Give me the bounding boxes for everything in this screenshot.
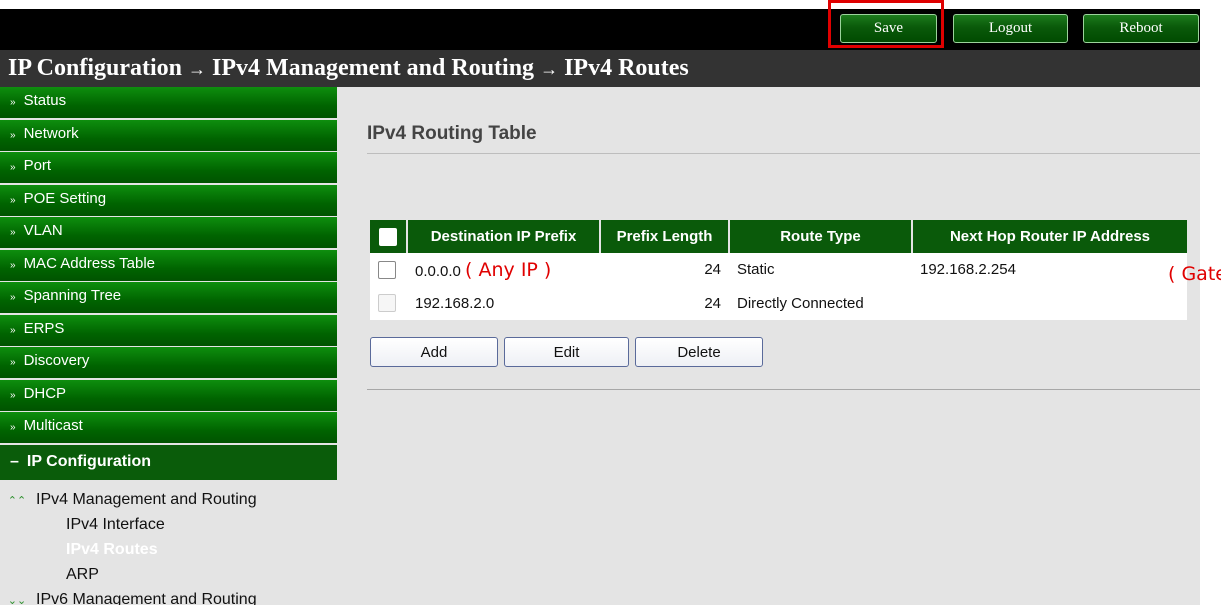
- prefix-length-cell: 24: [600, 286, 729, 320]
- sidebar-item-label: Discovery: [23, 352, 90, 369]
- dest-cell: 0.0.0.0 ( Any IP ): [407, 253, 600, 286]
- sidebar-item-status[interactable]: » Status: [0, 87, 337, 118]
- route-type-cell: Directly Connected: [729, 286, 912, 320]
- sidebar-item-label: VLAN: [23, 222, 63, 239]
- sidebar-item-multicast[interactable]: » Multicast: [0, 412, 337, 443]
- table-row[interactable]: 192.168.2.0 24 Directly Connected: [370, 286, 1187, 320]
- double-chevron-down-icon: »: [10, 259, 16, 271]
- sidebar-item-label: ERPS: [23, 319, 65, 337]
- sidebar-item-port[interactable]: » Port: [0, 152, 337, 183]
- double-chevron-down-icon: »: [10, 227, 16, 238]
- arrow-right-icon: →: [540, 59, 559, 79]
- minus-icon: –: [10, 452, 19, 470]
- arrow-right-icon: →: [188, 59, 207, 79]
- breadcrumb-ipv4-management: IPv4 Management and Routing: [212, 55, 535, 81]
- next-hop-cell: [912, 286, 1187, 320]
- breadcrumb: IP Configuration → IPv4 Management and Rou…: [0, 50, 1200, 87]
- divider: [367, 389, 1200, 390]
- sidebar-item-label: Status: [23, 92, 67, 109]
- route-type-cell: Static: [729, 253, 912, 286]
- column-header[interactable]: Next Hop Router IP Address: [912, 220, 1187, 253]
- table-row[interactable]: 0.0.0.0 ( Any IP ) 24 Static 192.168.2.2…: [370, 253, 1187, 286]
- sidebar-item-mac-address-table[interactable]: » MAC Address Table: [0, 249, 337, 281]
- row-select-cell: [370, 253, 407, 286]
- column-header[interactable]: Destination IP Prefix: [407, 220, 601, 253]
- sidebar-item-label: IP Configuration: [26, 452, 152, 470]
- double-chevron-down-icon: »: [10, 357, 16, 368]
- routing-table: Destination IP Prefix Prefix Length Rout…: [370, 220, 1187, 320]
- double-chevron-down-icon: »: [10, 129, 16, 141]
- column-header[interactable]: Route Type: [729, 220, 913, 253]
- breadcrumb-ipv4-routes: IPv4 Routes: [564, 55, 689, 81]
- double-chevron-down-icon: »: [10, 292, 16, 303]
- row-select-cell: [370, 286, 407, 320]
- logout-button[interactable]: Logout: [953, 14, 1068, 43]
- submenu-ipv4-management-and-routing[interactable]: ⌃⌃ IPv4 Management and Routing: [0, 487, 337, 512]
- sidebar-item-erps[interactable]: » ERPS: [0, 314, 337, 346]
- double-chevron-up-icon: ⌃⌃: [7, 495, 27, 507]
- submenu-ipv4-routes[interactable]: IPv4 Routes: [0, 537, 337, 562]
- next-hop-cell: 192.168.2.254: [912, 253, 1187, 286]
- sidebar-item-discovery[interactable]: » Discovery: [0, 347, 337, 378]
- dest-cell: 192.168.2.0: [407, 286, 600, 320]
- sidebar-item-label: Multicast: [23, 417, 83, 434]
- sidebar-item-label: MAC Address Table: [23, 254, 156, 272]
- reboot-button[interactable]: Reboot: [1083, 14, 1199, 43]
- double-chevron-down-icon: »: [10, 389, 16, 401]
- sidebar-item-spanning-tree[interactable]: » Spanning Tree: [0, 282, 337, 313]
- sidebar-item-label: POE Setting: [23, 189, 107, 207]
- divider: [367, 153, 1200, 154]
- sidebar-item-label: Port: [23, 157, 52, 174]
- save-button[interactable]: Save: [840, 14, 937, 43]
- row-checkbox[interactable]: [378, 260, 396, 279]
- submenu-label: IPv4 Management and Routing: [36, 491, 257, 508]
- dest-ip: 0.0.0.0: [415, 262, 461, 280]
- delete-button[interactable]: Delete: [635, 337, 763, 367]
- edit-button[interactable]: Edit: [504, 337, 629, 367]
- sidebar-item-ip-configuration[interactable]: – IP Configuration: [0, 444, 337, 480]
- column-header[interactable]: Prefix Length: [600, 220, 730, 253]
- submenu-ipv4-interface[interactable]: IPv4 Interface: [0, 512, 337, 537]
- double-chevron-down-icon: »: [10, 97, 16, 108]
- double-chevron-down-icon: »: [10, 422, 16, 433]
- sidebar-item-label: DHCP: [23, 384, 67, 402]
- select-all-checkbox[interactable]: [379, 227, 397, 246]
- main-content: IPv4 Routing Table Destination IP Prefix…: [337, 87, 1200, 605]
- submenu-ipv6-management-and-routing[interactable]: ⌄⌄ IPv6 Management and Routing: [0, 587, 337, 605]
- prefix-length-cell: 24: [600, 253, 729, 286]
- sidebar-item-network[interactable]: » Network: [0, 119, 337, 151]
- double-chevron-down-icon: »: [10, 194, 16, 206]
- add-button[interactable]: Add: [370, 337, 498, 367]
- breadcrumb-ip-configuration: IP Configuration: [8, 55, 183, 81]
- table-header-row: Destination IP Prefix Prefix Length Rout…: [370, 220, 1187, 253]
- select-all-header: [370, 220, 408, 253]
- sidebar: » Status » Network » Port » POE Setting » VLA…: [0, 87, 337, 605]
- row-checkbox-disabled: [378, 294, 396, 313]
- sidebar-item-poe-setting[interactable]: » POE Setting: [0, 184, 337, 216]
- double-chevron-down-icon: »: [10, 324, 16, 336]
- sidebar-item-vlan[interactable]: » VLAN: [0, 217, 337, 248]
- submenu-label: IPv6 Management and Routing: [36, 591, 257, 605]
- any-ip-annotation: ( Any IP ): [465, 258, 552, 281]
- double-chevron-down-icon: ⌄⌄: [7, 595, 27, 605]
- gateway-ip-annotation: ( Gateway IP ): [1168, 263, 1221, 285]
- sidebar-item-label: Network: [23, 124, 79, 142]
- page-title: IPv4 Routing Table: [367, 123, 537, 144]
- sidebar-item-label: Spanning Tree: [23, 287, 122, 304]
- submenu-arp[interactable]: ARP: [0, 562, 337, 587]
- sidebar-item-dhcp[interactable]: » DHCP: [0, 379, 337, 411]
- double-chevron-down-icon: »: [10, 162, 16, 173]
